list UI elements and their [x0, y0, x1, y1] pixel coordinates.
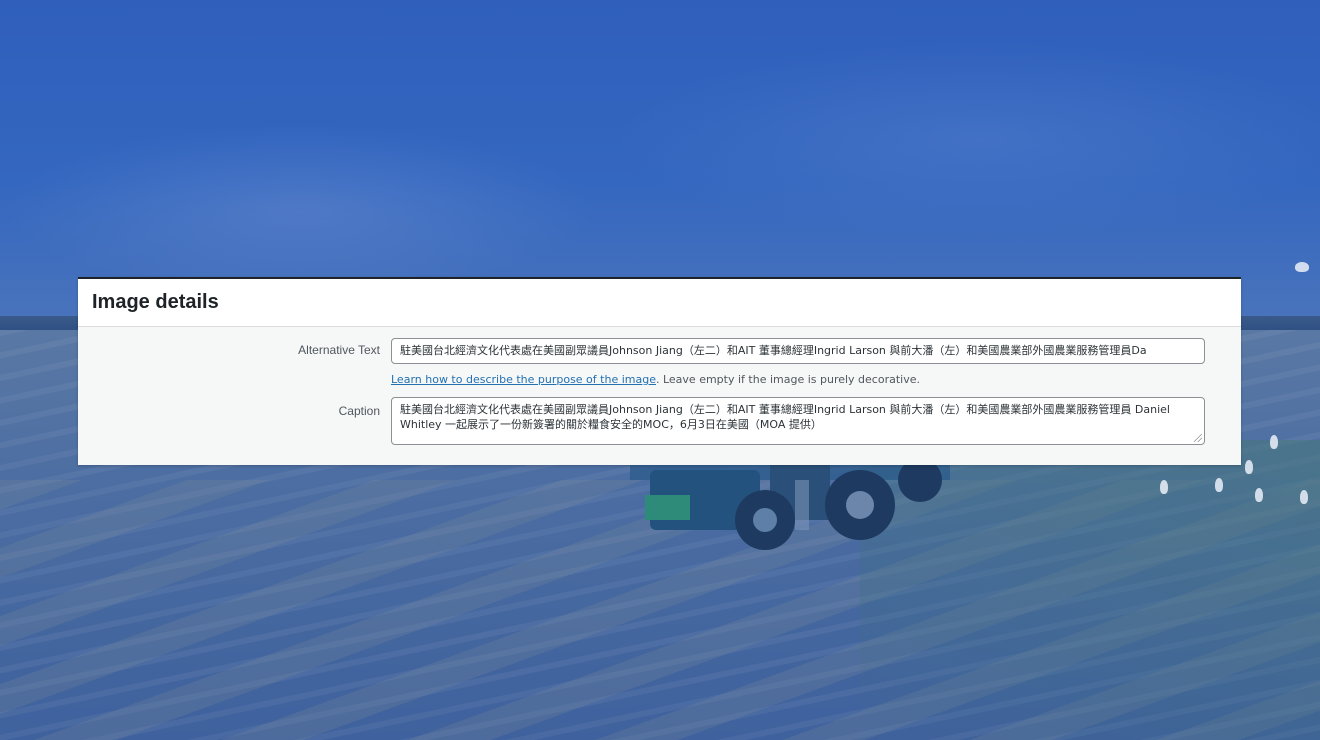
- describe-purpose-link[interactable]: Learn how to describe the purpose of the…: [391, 373, 656, 386]
- alt-text-input[interactable]: 駐美國台北經濟文化代表處在美國副眾議員Johnson Jiang（左二）和AIT…: [391, 338, 1205, 364]
- caption-text: 駐美國台北經濟文化代表處在美國副眾議員Johnson Jiang（左二）和AIT…: [400, 403, 1170, 431]
- egret: [1160, 480, 1168, 494]
- egret: [1255, 488, 1263, 502]
- egret: [1295, 262, 1309, 272]
- image-details-panel: Image details Alternative Text 駐美國台北經濟文化…: [78, 277, 1241, 465]
- panel-title: Image details: [92, 291, 219, 313]
- help-text: . Leave empty if the image is purely dec…: [655, 373, 920, 386]
- panel-header: Image details: [78, 279, 1241, 327]
- egret: [1245, 460, 1253, 474]
- alt-text-help: Learn how to describe the purpose of the…: [391, 373, 920, 386]
- caption-textarea[interactable]: 駐美國台北經濟文化代表處在美國副眾議員Johnson Jiang（左二）和AIT…: [391, 397, 1205, 445]
- egret: [1215, 478, 1223, 492]
- caption-label: Caption: [338, 404, 380, 418]
- egret: [1270, 435, 1278, 449]
- egret: [1300, 490, 1308, 504]
- resize-handle-icon[interactable]: [1194, 434, 1202, 442]
- alt-text-label: Alternative Text: [298, 343, 380, 357]
